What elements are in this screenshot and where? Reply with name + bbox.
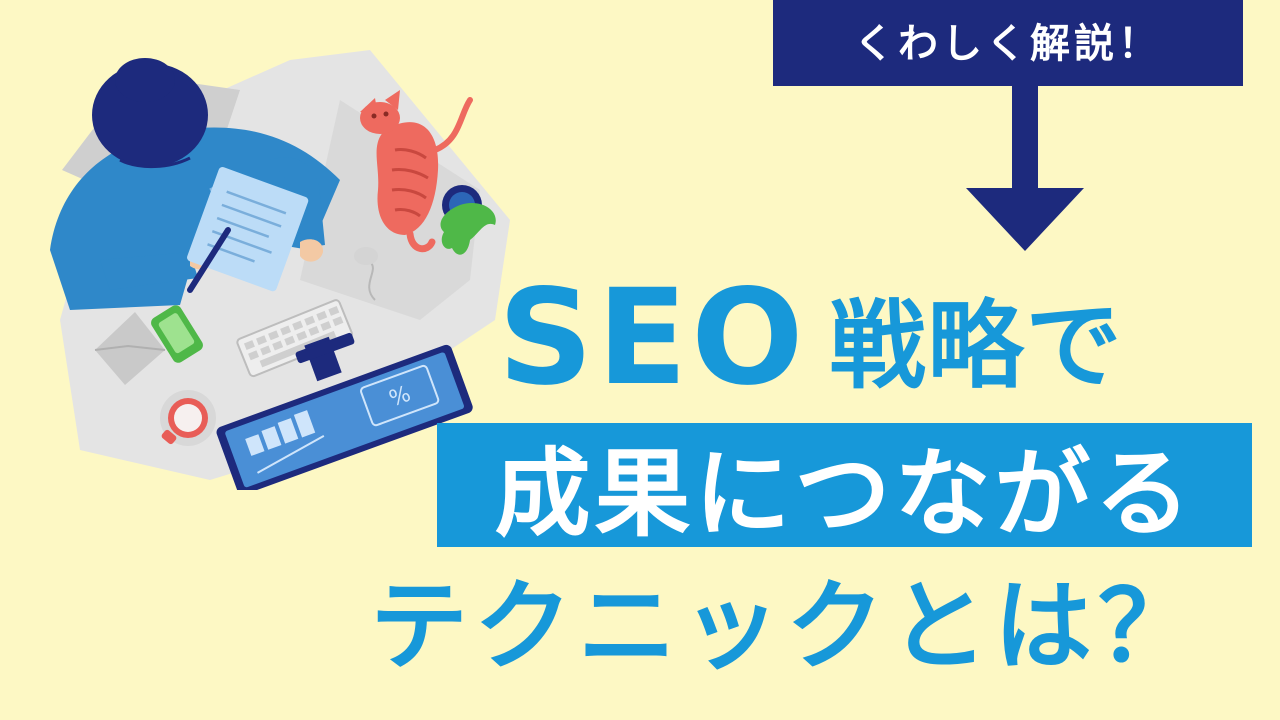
headline-line-3: テクニックとは？	[370, 570, 1203, 684]
banner-box: くわしく解説！	[773, 0, 1243, 86]
headline-line-1: SEO 戦略で	[498, 254, 1123, 404]
headline-seo: SEO	[498, 261, 808, 415]
coffee-cup-icon	[160, 390, 216, 446]
headline-highlight-box: 成果につながる	[437, 423, 1252, 550]
banner-label: くわしく解説！	[854, 21, 1162, 67]
person-at-desk-illustration: %	[50, 50, 510, 490]
headline-strategy: 戦略で	[829, 290, 1124, 402]
headline-line-2: 成果につながる	[494, 437, 1195, 550]
thumbnail-canvas: くわしく解説！ % SEO 戦略で 成果につながる テクニックとは？	[0, 0, 1280, 720]
down-arrow-icon	[966, 86, 1084, 251]
